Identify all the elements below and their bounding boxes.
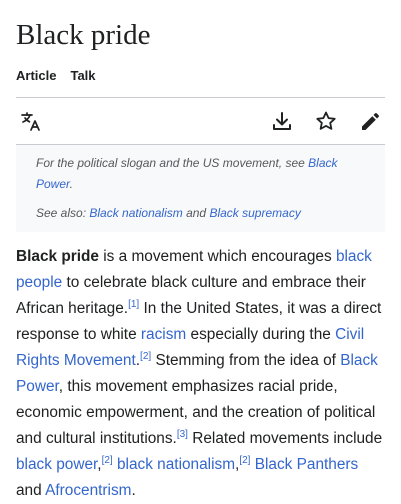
reference-3: [3] xyxy=(177,429,188,440)
reference-2: [2] xyxy=(102,455,113,466)
link-black-nationalism[interactable]: black nationalism xyxy=(117,456,235,473)
star-icon[interactable] xyxy=(315,110,337,132)
lead-paragraph: Black pride is a movement which encourag… xyxy=(16,244,385,504)
body-text: . xyxy=(131,482,136,499)
body-text: Related movements include xyxy=(187,430,383,447)
bold-term: Black pride xyxy=(16,248,99,265)
link-black-power-lowercase[interactable]: black power xyxy=(16,456,97,473)
ref-link-1[interactable]: [1] xyxy=(128,299,139,310)
link-black-panthers[interactable]: Black Panthers xyxy=(255,456,359,473)
ref-link-3[interactable]: [3] xyxy=(177,429,188,440)
link-black-nationalism-hatnote[interactable]: Black nationalism xyxy=(89,206,182,220)
ref-link-2[interactable]: [2] xyxy=(140,351,151,362)
hatnote: For the political slogan and the US move… xyxy=(16,145,385,232)
ref-link-2[interactable]: [2] xyxy=(239,455,250,466)
reference-2: [2] xyxy=(140,351,151,362)
page-actions-bar xyxy=(16,98,385,144)
article-page: Black pride Article Talk For the politic… xyxy=(0,0,401,504)
tab-article[interactable]: Article xyxy=(16,67,56,85)
hatnote-line-1: For the political slogan and the US move… xyxy=(36,153,365,195)
ref-link-2[interactable]: [2] xyxy=(102,455,113,466)
hatnote-text: . xyxy=(69,177,73,191)
body-text: especially during the xyxy=(186,326,336,343)
link-afrocentrism[interactable]: Afrocentrism xyxy=(45,482,131,499)
link-black-supremacy[interactable]: Black supremacy xyxy=(209,206,300,220)
body-text: Stemming from the idea of xyxy=(151,352,341,369)
body-text: and xyxy=(16,482,46,499)
hatnote-text: See also: xyxy=(36,206,90,220)
pencil-edit-icon[interactable] xyxy=(359,110,381,132)
link-racism[interactable]: racism xyxy=(141,326,186,343)
language-translate-icon[interactable] xyxy=(20,110,42,132)
download-icon[interactable] xyxy=(271,110,293,132)
reference-1: [1] xyxy=(128,299,139,310)
hatnote-line-2: See also: Black nationalism and Black su… xyxy=(36,203,365,224)
tab-talk[interactable]: Talk xyxy=(70,67,95,85)
page-actions-right xyxy=(271,110,381,132)
page-title: Black pride xyxy=(16,19,151,51)
hatnote-text: and xyxy=(182,206,210,220)
body-text: is a movement which encourages xyxy=(98,248,336,265)
reference-2: [2] xyxy=(239,455,250,466)
hatnote-text: For the political slogan and the US move… xyxy=(36,156,309,170)
page-tabs: Article Talk xyxy=(16,67,385,97)
